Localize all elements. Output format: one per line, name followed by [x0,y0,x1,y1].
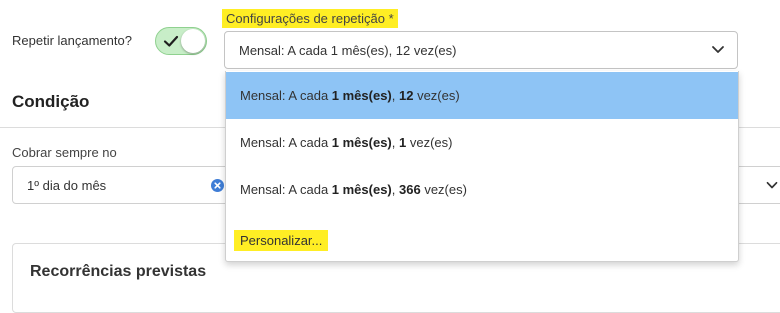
selected-value: Mensal: A cada 1 mês(es), 12 vez(es) [239,43,457,58]
customize-option[interactable]: Personalizar... [234,230,329,251]
chevron-down-icon [712,46,724,53]
chevron-down-icon [766,181,778,189]
dropdown-option[interactable]: Mensal: A cada 1 mês(es), 366 vez(es) [226,166,738,213]
condition-title: Condição [12,92,90,111]
option-text: Mensal: A cada 1 mês(es), 12 vez(es) [240,88,460,103]
charge-day-select[interactable]: 1º dia do mês [12,166,234,204]
repeat-config-dropdown: Mensal: A cada 1 mês(es), 12 vez(es) Men… [225,71,739,262]
charge-day-label: Cobrar sempre no [12,145,117,160]
repeat-config-select[interactable]: Mensal: A cada 1 mês(es), 12 vez(es) [224,31,738,69]
repeat-config-label: Configurações de repetição * [222,9,398,28]
charge-day-value: 1º dia do mês [27,178,107,193]
check-icon [163,35,179,47]
recurrences-title: Recorrências previstas [30,263,207,280]
dropdown-option[interactable]: Mensal: A cada 1 mês(es), 12 vez(es) [226,72,738,119]
dropdown-option[interactable]: Mensal: A cada 1 mês(es), 1 vez(es) [226,119,738,166]
option-text: Mensal: A cada 1 mês(es), 366 vez(es) [240,182,467,197]
secondary-select[interactable] [738,166,780,204]
repeat-toggle[interactable] [155,27,207,55]
clear-icon[interactable] [211,179,224,192]
toggle-knob [181,29,205,53]
option-text: Mensal: A cada 1 mês(es), 1 vez(es) [240,135,453,150]
repeat-label: Repetir lançamento? [12,33,132,48]
